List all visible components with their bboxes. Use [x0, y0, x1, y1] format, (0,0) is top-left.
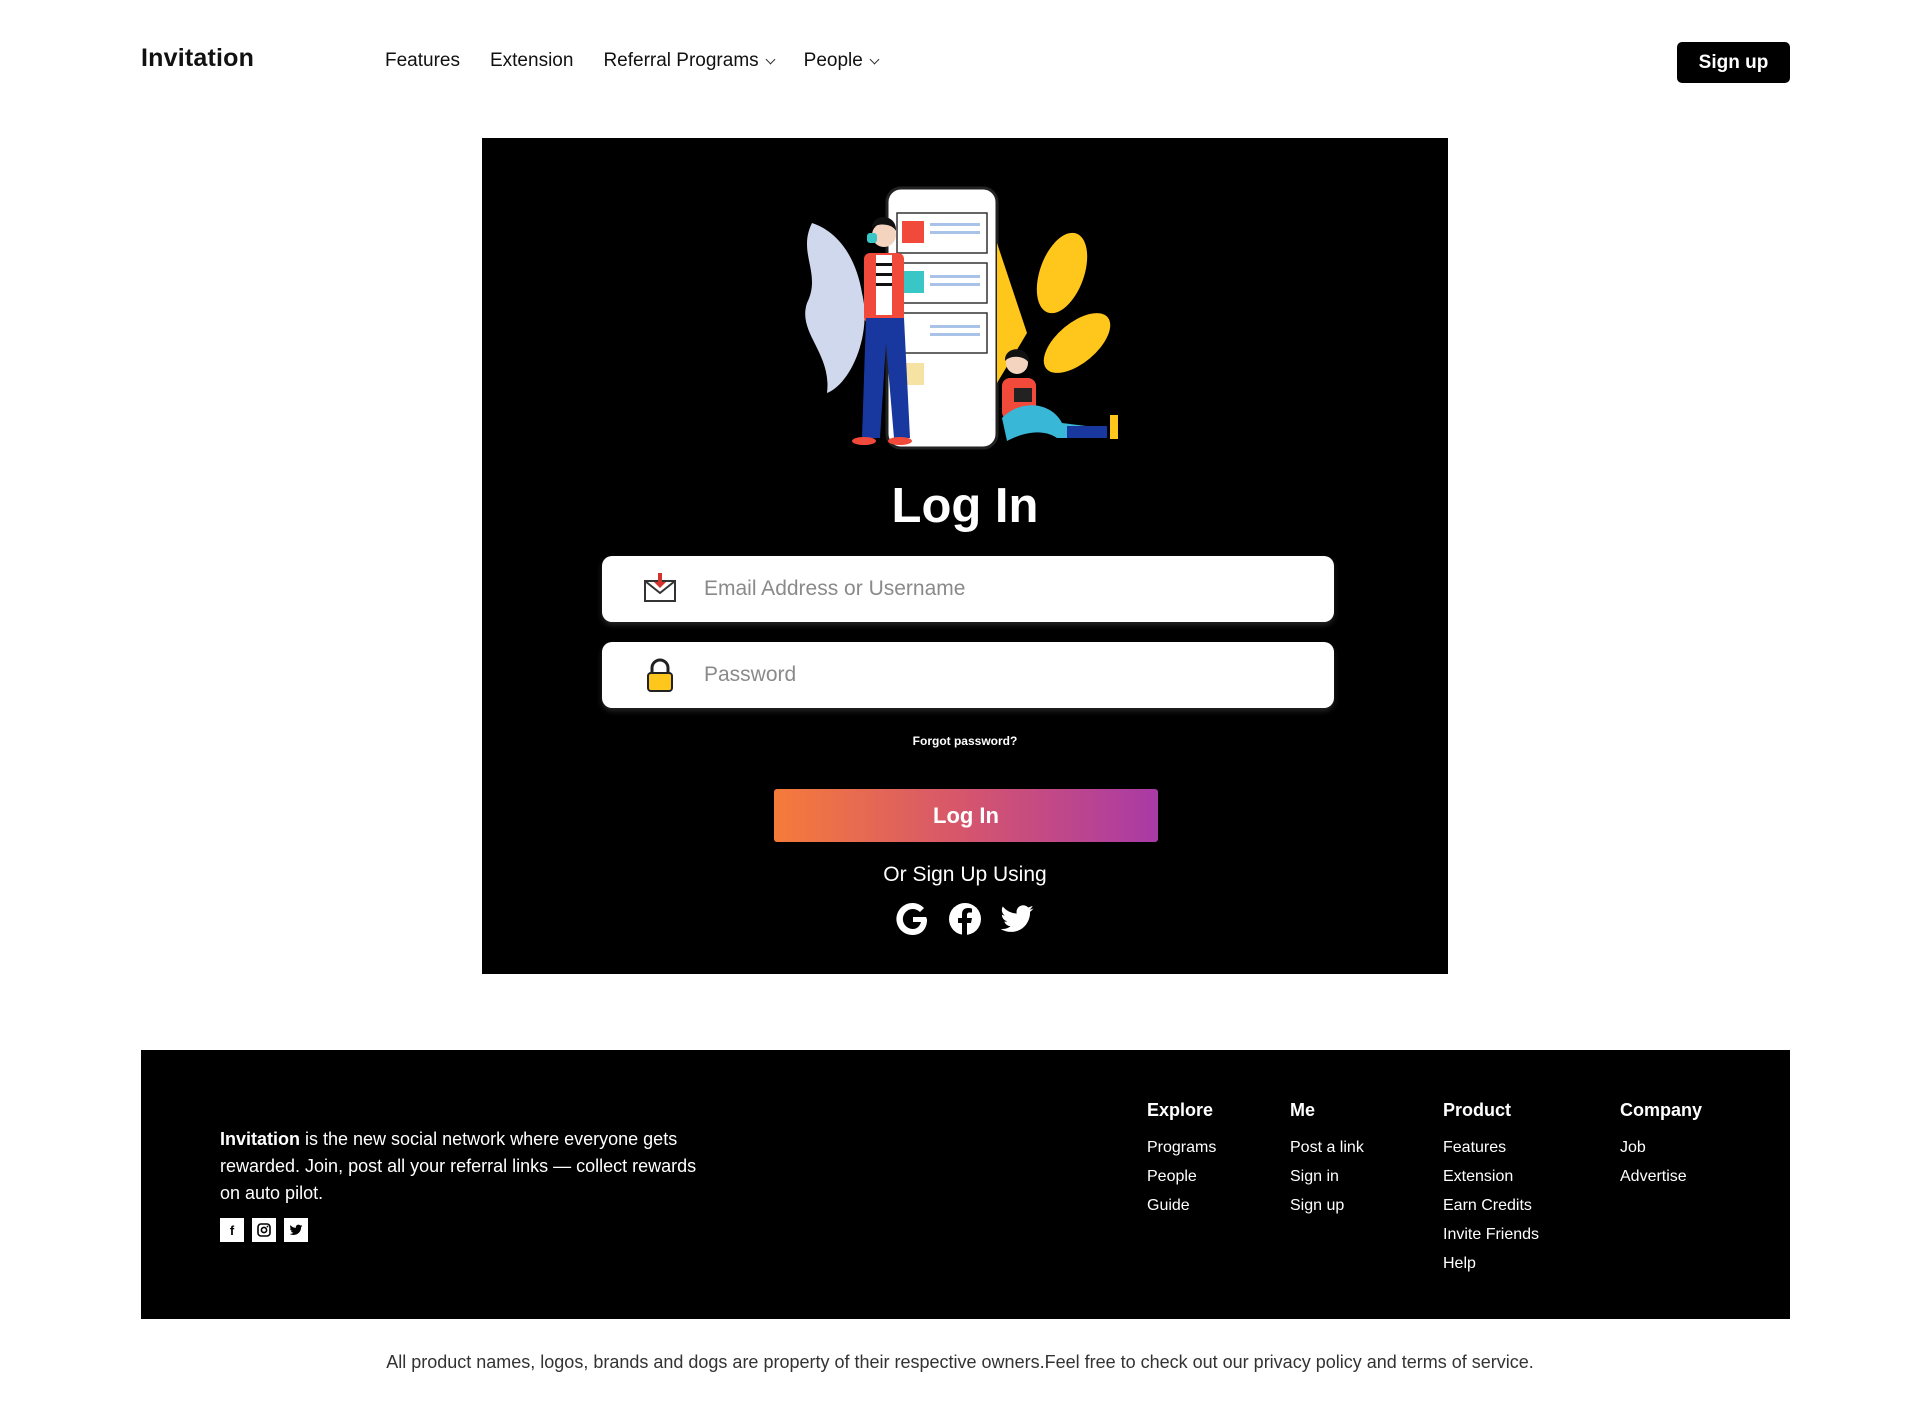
or-signup-text: Or Sign Up Using	[883, 863, 1047, 886]
footer-col-product: Product Features Extension Earn Credits …	[1443, 1100, 1539, 1278]
nav-people-label: People	[803, 50, 863, 71]
site-footer: Invitation is the new social network whe…	[141, 1050, 1790, 1319]
footer-link[interactable]: Help	[1443, 1249, 1539, 1278]
signup-button[interactable]: Sign up	[1677, 42, 1790, 83]
login-button[interactable]: Log In	[774, 789, 1158, 842]
facebook-icon[interactable]	[946, 900, 984, 938]
password-field	[602, 642, 1334, 708]
password-input[interactable]	[704, 663, 1284, 687]
footer-col-company: Company Job Advertise	[1620, 1100, 1702, 1191]
social-signup	[482, 900, 1448, 938]
nav-features[interactable]: Features	[385, 50, 460, 72]
footer-link[interactable]: Invite Friends	[1443, 1220, 1539, 1249]
nav-features-label: Features	[385, 50, 460, 71]
twitter-icon[interactable]	[284, 1218, 308, 1242]
facebook-icon[interactable]: f	[220, 1218, 244, 1242]
footer-col-title: Product	[1443, 1100, 1512, 1120]
footer-link[interactable]: Earn Credits	[1443, 1191, 1539, 1220]
lock-icon	[640, 655, 680, 695]
forgot-password-link[interactable]: Forgot password?	[482, 734, 1448, 748]
envelope-icon	[640, 569, 680, 609]
nav-referral-programs[interactable]: Referral Programs	[603, 50, 776, 72]
instagram-icon[interactable]	[252, 1218, 276, 1242]
nav-referral-programs-label: Referral Programs	[603, 50, 759, 71]
twitter-icon[interactable]	[998, 900, 1036, 938]
legal-notice: All product names, logos, brands and dog…	[386, 1352, 1534, 1372]
footer-about: Invitation is the new social network whe…	[220, 1126, 710, 1207]
nav-extension-label: Extension	[489, 50, 574, 71]
footer-link[interactable]: People	[1147, 1162, 1216, 1191]
nav-extension[interactable]: Extension	[490, 50, 573, 72]
login-title: Log In	[891, 479, 1039, 533]
footer-col-title: Company	[1620, 1100, 1703, 1120]
login-illustration	[805, 186, 1118, 450]
footer-link[interactable]: Extension	[1443, 1162, 1539, 1191]
email-field	[602, 556, 1334, 622]
footer-col-explore: Explore Programs People Guide	[1147, 1100, 1216, 1220]
footer-link[interactable]: Sign in	[1290, 1162, 1364, 1191]
brand-logo[interactable]: Invitation	[141, 44, 254, 73]
chevron-down-icon	[765, 54, 776, 64]
chevron-down-icon	[869, 54, 880, 64]
footer-link[interactable]: Guide	[1147, 1191, 1216, 1220]
footer-social: f	[220, 1218, 308, 1242]
email-input[interactable]	[704, 577, 1284, 601]
footer-col-me: Me Post a link Sign in Sign up	[1290, 1100, 1364, 1220]
footer-link[interactable]: Post a link	[1290, 1133, 1364, 1162]
footer-col-title: Explore	[1147, 1100, 1214, 1120]
main-nav: Features Extension Referral Programs Peo…	[385, 50, 880, 72]
nav-people[interactable]: People	[803, 50, 880, 72]
footer-link[interactable]: Job	[1620, 1133, 1702, 1162]
login-card: Log In Forgot password? Log In Or Sign U…	[482, 138, 1448, 974]
footer-link[interactable]: Features	[1443, 1133, 1539, 1162]
google-icon[interactable]	[894, 900, 932, 938]
footer-brand: Invitation	[220, 1129, 300, 1149]
footer-link[interactable]: Programs	[1147, 1133, 1216, 1162]
footer-link[interactable]: Advertise	[1620, 1162, 1702, 1191]
footer-col-title: Me	[1290, 1100, 1316, 1120]
footer-link[interactable]: Sign up	[1290, 1191, 1364, 1220]
